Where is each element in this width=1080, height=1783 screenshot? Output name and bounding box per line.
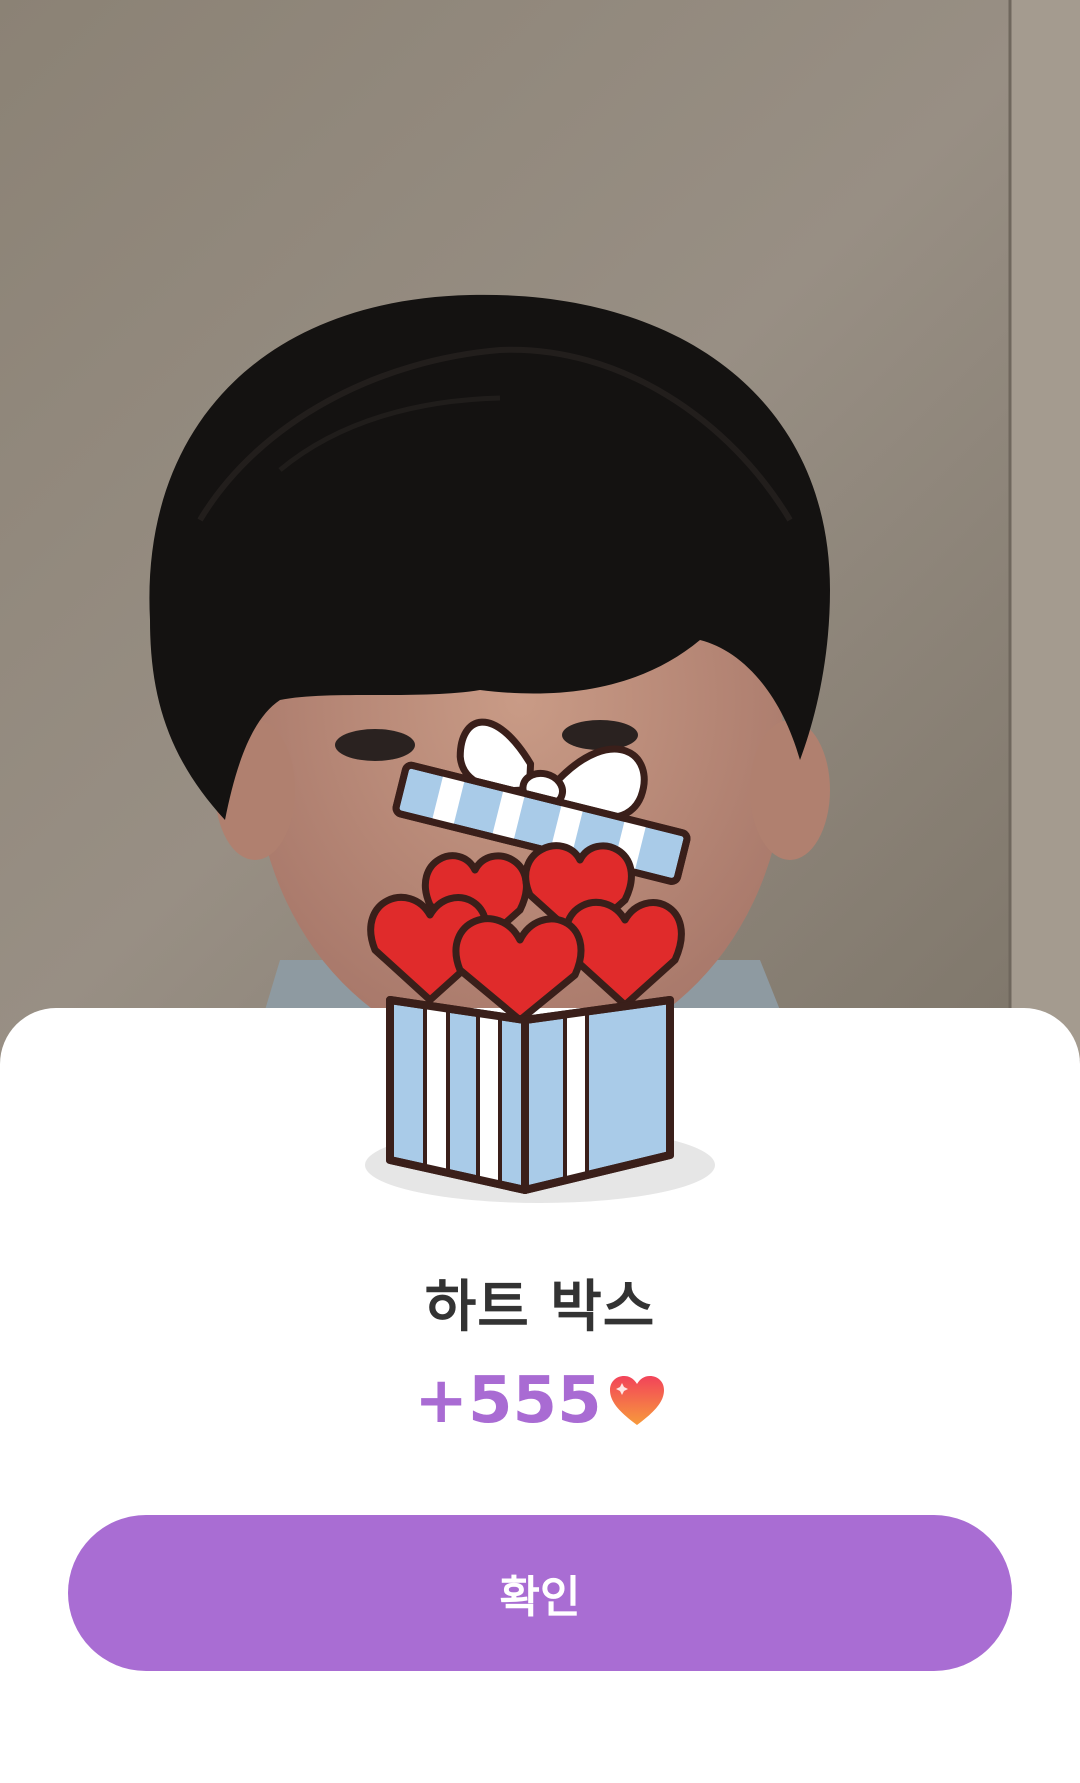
reward-title: 하트 박스	[424, 1275, 656, 1340]
heart-icon	[609, 1376, 664, 1425]
gift-box-hearts-icon	[365, 718, 715, 1203]
reward-amount: +555	[414, 1364, 602, 1438]
screen: 하트 박스 +555 확인	[0, 0, 1080, 1783]
reward-amount-row: +555	[0, 1366, 1080, 1436]
confirm-button[interactable]: 확인	[68, 1515, 1012, 1671]
